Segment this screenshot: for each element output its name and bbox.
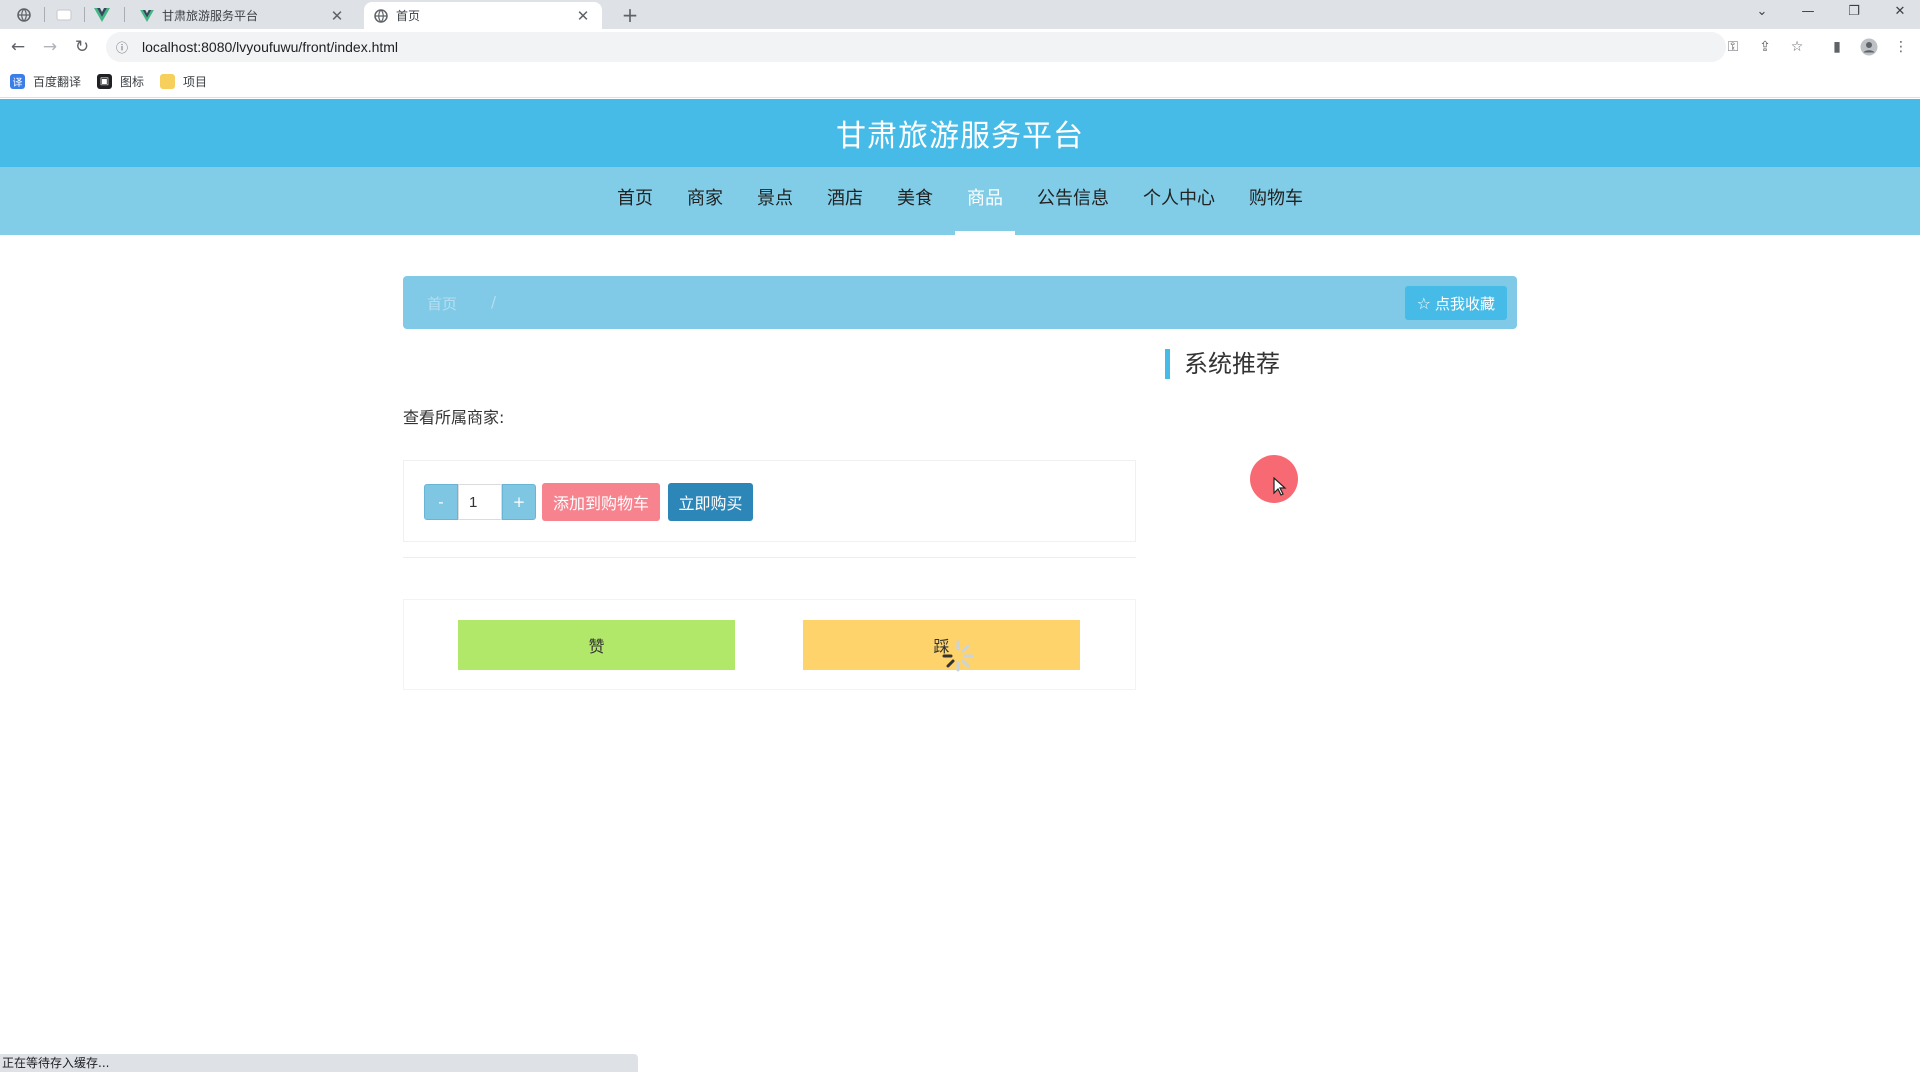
- nav-merchant[interactable]: 商家: [670, 167, 740, 235]
- vue-icon: [140, 9, 154, 22]
- close-icon[interactable]: ✕: [574, 7, 592, 25]
- tab-separator: [44, 7, 45, 22]
- url-text[interactable]: localhost:8080/lvyoufuwu/front/index.htm…: [136, 39, 398, 55]
- menu-icon[interactable]: ⋮: [1890, 36, 1912, 58]
- bookmark-icons[interactable]: ▣ 图标: [97, 73, 144, 90]
- browser-status-bar: 正在等待存入缓存...: [0, 1054, 638, 1072]
- profile-icon[interactable]: [1858, 36, 1880, 58]
- nav-notice[interactable]: 公告信息: [1020, 167, 1126, 235]
- image-icon: ▣: [97, 73, 113, 89]
- quantity-decrement-button[interactable]: -: [424, 484, 458, 520]
- close-icon[interactable]: ✕: [328, 7, 346, 25]
- breadcrumb-home[interactable]: 首页: [427, 293, 457, 314]
- breadcrumb-separator: /: [491, 293, 497, 311]
- nav-food[interactable]: 美食: [880, 167, 950, 235]
- address-bar[interactable]: ⓘ localhost:8080/lvyoufuwu/front/index.h…: [106, 32, 1726, 62]
- tab-search-icon[interactable]: ⌄: [1742, 0, 1782, 22]
- nav-hotel[interactable]: 酒店: [810, 167, 880, 235]
- add-to-cart-button[interactable]: 添加到购物车: [542, 483, 660, 521]
- globe-icon: [374, 8, 388, 23]
- bookmark-translate[interactable]: 译 百度翻译: [10, 73, 81, 90]
- bookmark-label: 图标: [120, 74, 145, 89]
- bookmark-label: 项目: [183, 74, 208, 89]
- loading-spinner-icon: [942, 640, 974, 672]
- forward-icon[interactable]: →: [38, 35, 62, 59]
- share-icon[interactable]: ⇪: [1754, 36, 1776, 58]
- nav-home[interactable]: 首页: [600, 167, 670, 235]
- tab-home[interactable]: 首页 ✕: [364, 2, 602, 29]
- minimize-button[interactable]: —: [1788, 0, 1828, 22]
- blank-page-icon[interactable]: [46, 3, 82, 27]
- vote-panel: 赞 踩: [403, 599, 1136, 690]
- bookmark-label: 百度翻译: [33, 74, 82, 89]
- quantity-increment-button[interactable]: +: [502, 484, 536, 520]
- site-title: 甘肃旅游服务平台: [836, 119, 1084, 154]
- translate-icon: 译: [10, 73, 25, 89]
- key-icon[interactable]: ⚿: [1722, 36, 1744, 58]
- side-panel-icon[interactable]: ▮: [1826, 36, 1848, 58]
- star-icon[interactable]: ☆: [1786, 36, 1808, 58]
- divider: [403, 557, 1136, 558]
- back-icon[interactable]: ←: [6, 35, 30, 59]
- vue-icon[interactable]: [84, 3, 120, 27]
- folder-icon: [160, 73, 176, 89]
- globe-icon[interactable]: [6, 3, 42, 27]
- close-window-button[interactable]: ✕: [1880, 0, 1920, 22]
- favorite-button[interactable]: ☆ 点我收藏: [1404, 286, 1507, 320]
- nav-goods[interactable]: 商品: [950, 167, 1020, 235]
- tab-title: 甘肃旅游服务平台: [162, 9, 259, 23]
- browser-tabstrip: 甘肃旅游服务平台 ✕ 首页 ✕ + ⌄ — ❐ ✕: [0, 0, 1920, 29]
- nav-profile[interactable]: 个人中心: [1126, 167, 1232, 235]
- site-header: 甘肃旅游服务平台: [0, 99, 1920, 167]
- info-icon[interactable]: ⓘ: [106, 39, 136, 56]
- recommend-title: 系统推荐: [1165, 349, 1280, 379]
- bookmark-project[interactable]: 项目: [160, 73, 207, 90]
- purchase-panel: - + 添加到购物车 立即购买: [403, 460, 1136, 542]
- seller-link[interactable]: 查看所属商家:: [403, 404, 504, 428]
- tab-separator: [124, 7, 125, 22]
- buy-now-button[interactable]: 立即购买: [668, 483, 753, 521]
- nav-cart[interactable]: 购物车: [1232, 167, 1320, 235]
- breadcrumb: 首页 / ☆ 点我收藏: [403, 276, 1517, 329]
- favorite-label: 点我收藏: [1434, 294, 1495, 313]
- restore-button[interactable]: ❐: [1834, 0, 1874, 22]
- browser-toolbar: ← → ↻ ⓘ localhost:8080/lvyoufuwu/front/i…: [0, 29, 1920, 65]
- nav-scenic[interactable]: 景点: [740, 167, 810, 235]
- tab-title: 首页: [396, 9, 421, 23]
- reload-icon[interactable]: ↻: [70, 35, 94, 59]
- new-tab-button[interactable]: +: [616, 2, 644, 28]
- quantity-input[interactable]: [458, 484, 502, 520]
- cursor-icon: [1273, 477, 1287, 496]
- star-icon: ☆: [1416, 293, 1431, 313]
- like-button[interactable]: 赞: [458, 620, 735, 670]
- tab-platform[interactable]: 甘肃旅游服务平台 ✕: [130, 2, 356, 29]
- bookmarks-bar: 译 百度翻译 ▣ 图标 项目: [0, 65, 1920, 98]
- main-nav: 首页 商家 景点 酒店 美食 商品 公告信息 个人中心 购物车: [0, 167, 1920, 235]
